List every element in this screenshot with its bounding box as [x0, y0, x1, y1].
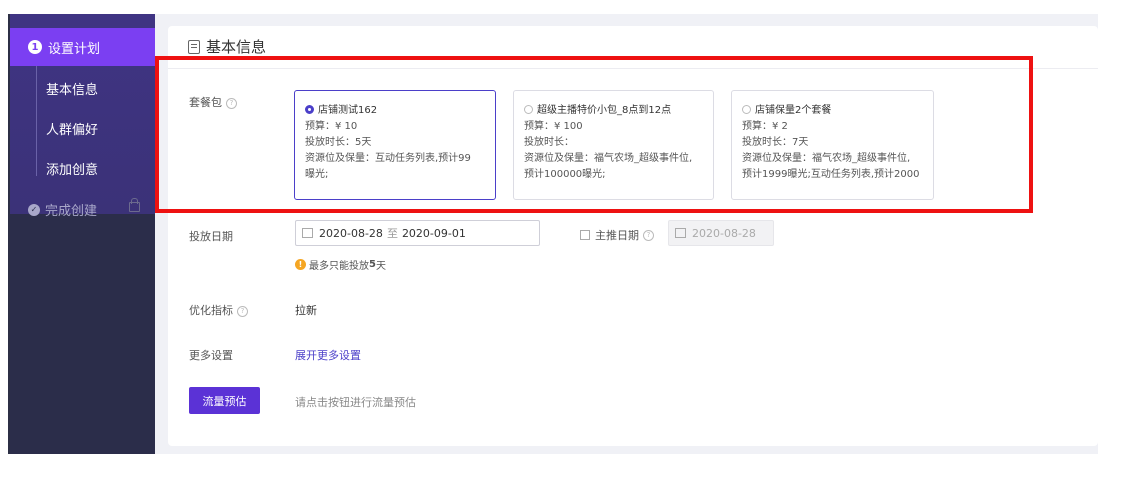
- metric-value: 拉新: [295, 304, 317, 317]
- main-date-value: 2020-08-28: [692, 226, 756, 240]
- estimate-hint: 请点击按钮进行流量预估: [295, 396, 416, 409]
- date-warning: ! 最多只能投放 5 天: [295, 257, 386, 272]
- main-date-picker-disabled: 2020-08-28: [668, 220, 774, 246]
- calendar-icon: [675, 228, 686, 238]
- more-settings-label: 更多设置: [189, 349, 233, 362]
- sidebar-step-setup-plan[interactable]: 1 设置计划: [10, 28, 155, 66]
- date-label: 投放日期: [189, 230, 233, 243]
- traffic-estimate-button[interactable]: 流量预估: [189, 387, 260, 414]
- sidebar-step-label: 完成创建: [45, 204, 98, 219]
- lock-icon: [129, 198, 140, 212]
- warning-prefix: 最多只能投放: [309, 261, 369, 272]
- metric-label-text: 优化指标: [189, 304, 233, 317]
- metric-label: 优化指标?: [189, 302, 248, 318]
- sidebar-item-add-creative[interactable]: 添加创意: [46, 159, 98, 178]
- expand-more-settings-link[interactable]: 展开更多设置: [295, 347, 361, 363]
- section-title: 基本信息: [188, 36, 266, 57]
- date-start: 2020-08-28: [319, 226, 383, 240]
- check-circle-icon: ✓: [28, 203, 40, 216]
- document-icon: [188, 39, 200, 54]
- date-separator: 至: [386, 227, 398, 240]
- main-date-checkbox[interactable]: 主推日期?: [580, 227, 654, 243]
- main-date-label: 主推日期: [595, 229, 639, 242]
- highlight-box: [155, 56, 1033, 213]
- warning-suffix: 天: [375, 261, 386, 272]
- section-title-text: 基本信息: [206, 38, 267, 56]
- sidebar-item-audience[interactable]: 人群偏好: [46, 119, 98, 138]
- help-icon[interactable]: ?: [237, 306, 248, 317]
- help-icon[interactable]: ?: [643, 229, 654, 241]
- step-number-badge: 1: [28, 40, 42, 54]
- sidebar-step-label: 设置计划: [48, 41, 101, 57]
- date-end: 2020-09-01: [401, 226, 466, 240]
- warning-days: 5: [369, 259, 376, 270]
- sidebar-step-finish[interactable]: ✓ 完成创建: [28, 200, 97, 219]
- calendar-icon: [302, 228, 313, 238]
- checkbox-icon[interactable]: [580, 230, 590, 240]
- date-range-picker[interactable]: 2020-08-28 至 2020-09-01: [295, 220, 540, 246]
- sidebar-item-basic-info[interactable]: 基本信息: [46, 79, 98, 98]
- warning-icon: !: [295, 259, 306, 270]
- step-connector-line: [36, 66, 37, 176]
